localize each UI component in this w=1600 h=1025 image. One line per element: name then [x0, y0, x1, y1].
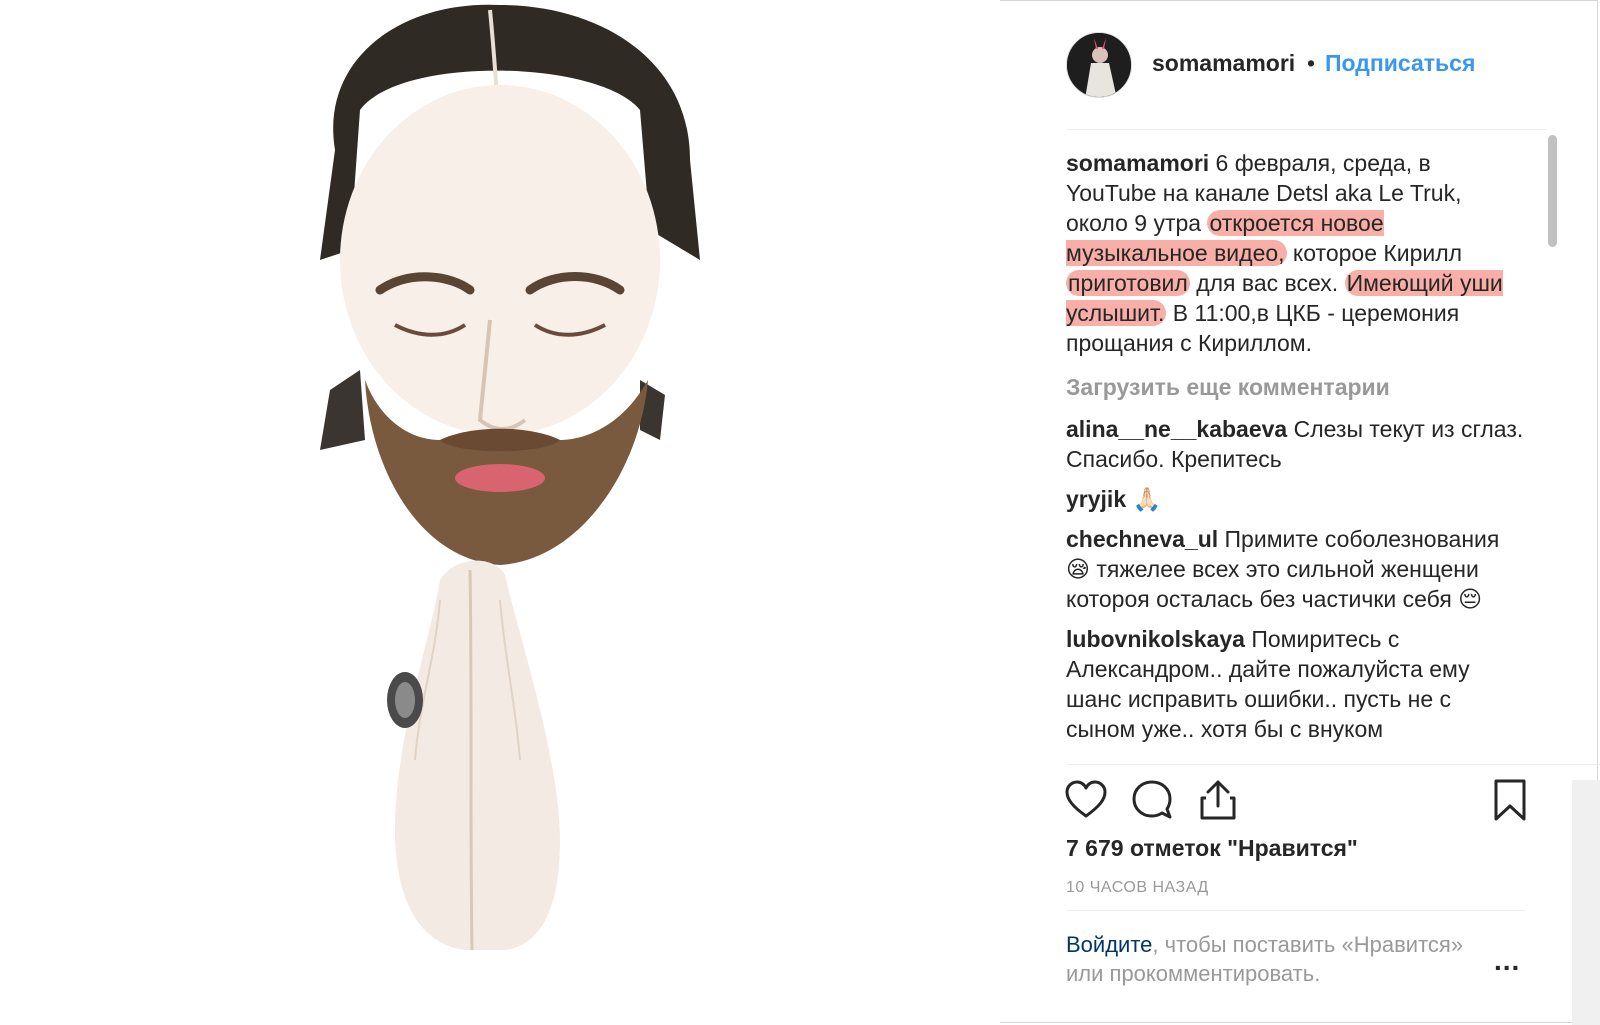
caption-text: которое Кирилл	[1286, 240, 1463, 266]
comment-username[interactable]: lubovnikolskaya	[1066, 626, 1245, 652]
list-item: chechneva_ul Примите соболезнования 😪 тя…	[1066, 524, 1526, 614]
window-edge	[1572, 780, 1600, 1025]
portrait-image	[320, 4, 700, 951]
caption-highlight: приготовил	[1066, 270, 1190, 296]
share-icon[interactable]	[1196, 778, 1240, 822]
likes-count[interactable]: 7 679 отметок "Нравится"	[1066, 835, 1358, 862]
more-options-button[interactable]: ...	[1494, 945, 1520, 977]
separator-dot: •	[1307, 50, 1316, 76]
post-timestamp[interactable]: 10 часов назад	[1066, 879, 1209, 897]
comments-list[interactable]: somamamori 6 февраля, среда, в YouTube н…	[1066, 148, 1526, 764]
comment-text: 🙏🏻	[1126, 486, 1162, 512]
heart-icon[interactable]	[1064, 778, 1108, 822]
follow-button[interactable]: Подписаться	[1325, 50, 1475, 77]
comment-username[interactable]: chechneva_ul	[1066, 526, 1218, 552]
comment-icon[interactable]	[1130, 778, 1174, 822]
post-photo[interactable]	[0, 0, 1000, 1025]
divider	[1066, 910, 1526, 911]
comment-username[interactable]: alina__ne__kabaeva	[1066, 416, 1287, 442]
list-item: yryjik 🙏🏻	[1066, 484, 1526, 514]
avatar-image	[1067, 33, 1131, 97]
caption-username[interactable]: somamamori	[1066, 150, 1209, 176]
bookmark-icon[interactable]	[1488, 778, 1532, 822]
avatar[interactable]	[1066, 32, 1132, 98]
login-prompt: Войдите, чтобы поставить «Нравится» или …	[1066, 930, 1506, 988]
scroll-thumb[interactable]	[1548, 135, 1557, 247]
divider	[1066, 129, 1546, 130]
comments-scrollbar[interactable]	[1546, 130, 1560, 764]
login-link[interactable]: Войдите	[1066, 932, 1152, 957]
caption-text: для вас всех.	[1189, 270, 1345, 296]
list-item: lubovnikolskaya Помиритесь с Александром…	[1066, 624, 1526, 744]
caption: somamamori 6 февраля, среда, в YouTube н…	[1066, 148, 1526, 358]
load-more-comments-button[interactable]: Загрузить еще комментарии	[1066, 372, 1526, 402]
comment-username[interactable]: yryjik	[1066, 486, 1126, 512]
author-username[interactable]: somamamori	[1152, 50, 1295, 77]
post-actions	[1000, 778, 1600, 824]
post-header: somamamori • Подписаться	[1000, 30, 1600, 100]
divider	[1066, 764, 1600, 765]
list-item: alina__ne__kabaeva Слезы текут из сглаз.…	[1066, 414, 1526, 474]
